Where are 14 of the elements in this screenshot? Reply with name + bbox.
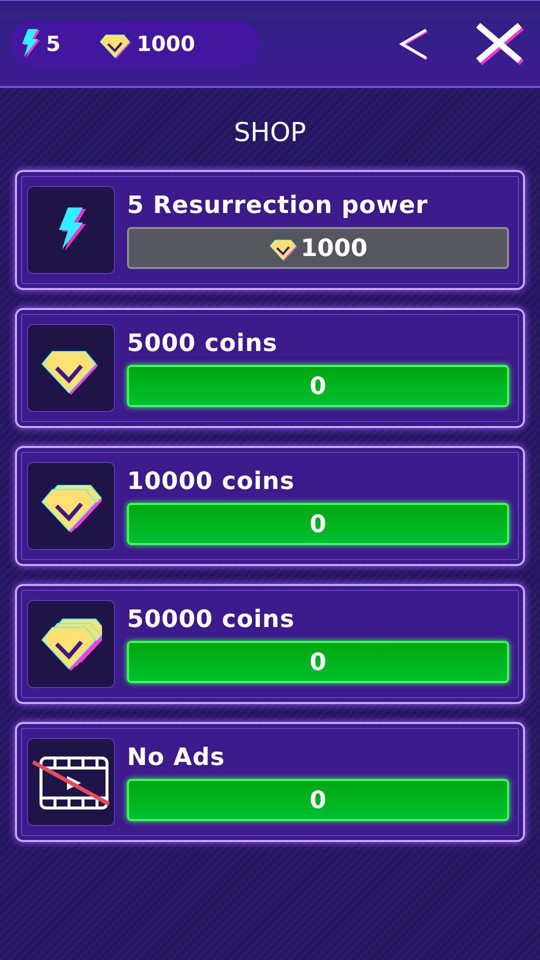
- item-name: 50000 coins: [127, 605, 296, 633]
- item-name: 5 Resurrection power: [127, 191, 429, 219]
- item-name: 5000 coins: [127, 329, 278, 357]
- item-name: No Ads: [127, 743, 226, 771]
- power-count: 5: [46, 32, 61, 56]
- price-button[interactable]: 0: [127, 365, 509, 407]
- price-button[interactable]: 0: [127, 503, 509, 545]
- shop-title: SHOP: [232, 118, 308, 148]
- item-name: 10000 coins: [127, 467, 296, 495]
- close-button[interactable]: [474, 22, 526, 66]
- gem-count: 1000: [136, 32, 196, 56]
- close-icon: [474, 22, 526, 66]
- price-button[interactable]: 0: [127, 779, 509, 821]
- price-button[interactable]: 0: [127, 641, 509, 683]
